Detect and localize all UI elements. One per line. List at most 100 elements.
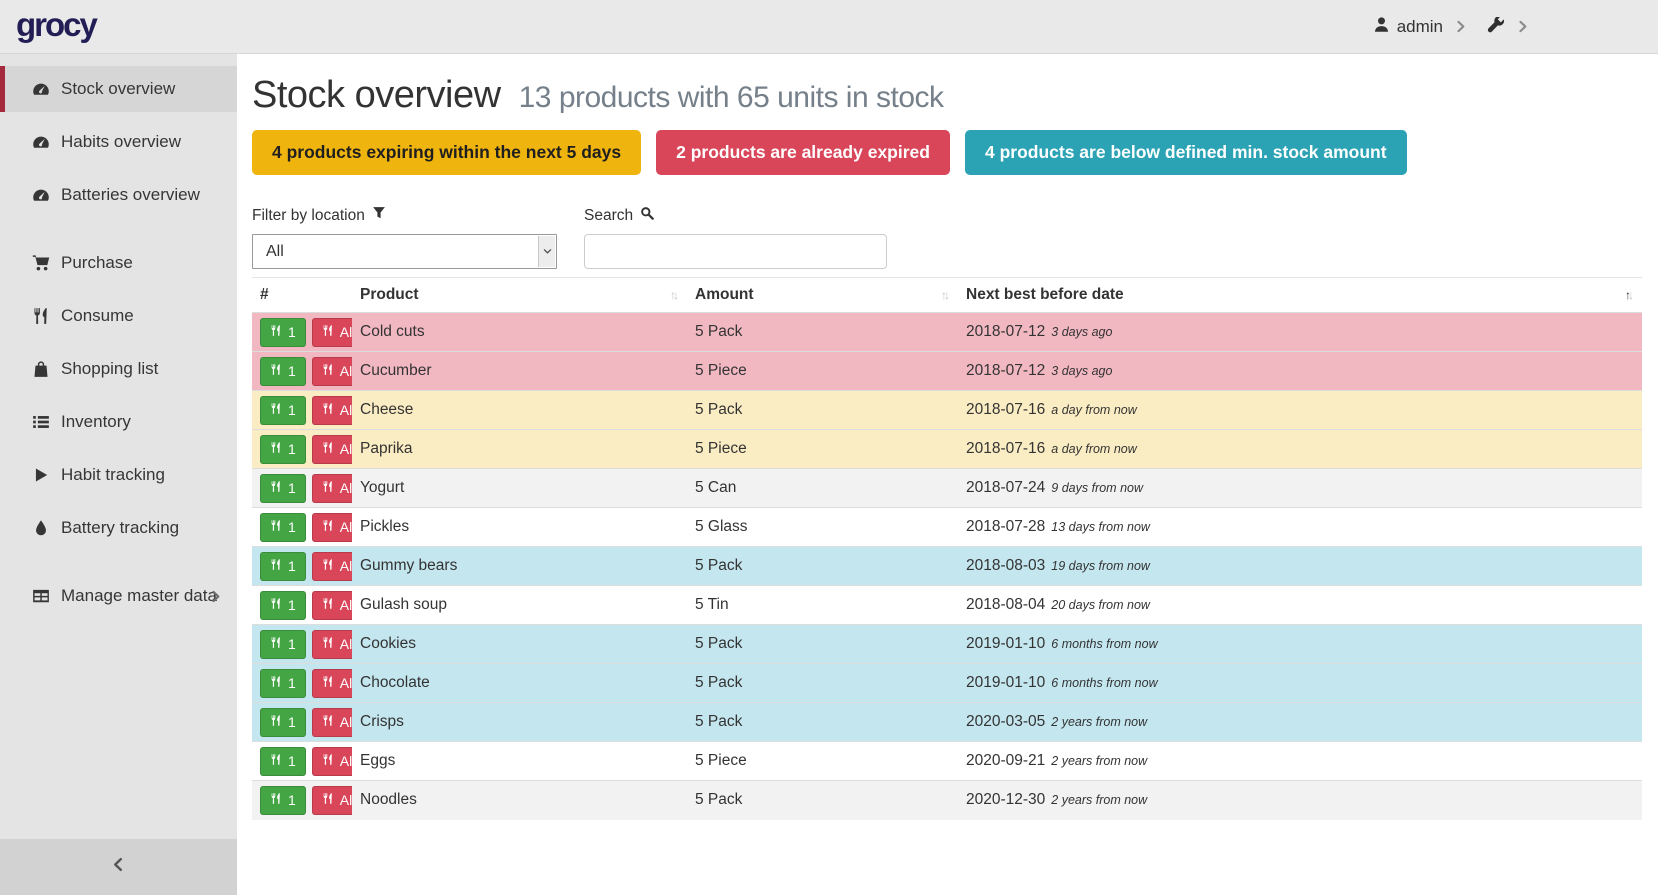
cutlery-icon [322,753,334,769]
page-title-text: Stock overview [252,74,501,116]
badge-below-min-stock[interactable]: 4 products are below defined min. stock … [965,130,1407,175]
sidebar-item-habit-tracking[interactable]: Habit tracking [0,452,237,498]
consume-all-button[interactable]: All [312,669,352,698]
chevron-right-icon[interactable] [1516,20,1529,33]
consume-one-button[interactable]: 1 [260,591,306,620]
best-before-cell: 2018-07-249 days from now [958,469,1642,508]
column-header-product[interactable]: Product↑↓ [352,278,687,313]
stock-table-header: #Product↑↓Amount↑↓Next best before date↑… [252,278,1642,313]
consume-all-button[interactable]: All [312,318,352,347]
sidebar-item-purchase[interactable]: Purchase [0,240,237,286]
consume-all-button[interactable]: All [312,630,352,659]
page-title: Stock overview 13 products with 65 units… [252,74,1642,117]
sidebar-item-habits-overview[interactable]: Habits overview [0,119,237,165]
amount-cell: 5 Pack [687,313,958,352]
sidebar-item-inventory[interactable]: Inventory [0,399,237,445]
consume-one-button[interactable]: 1 [260,474,306,503]
consume-all-button[interactable]: All [312,474,352,503]
consume-all-button[interactable]: All [312,513,352,542]
stock-table: #Product↑↓Amount↑↓Next best before date↑… [252,277,1642,820]
chevron-down-icon [538,236,555,267]
amount-cell: 5 Pack [687,781,958,820]
status-badges: 4 products expiring within the next 5 da… [252,130,1642,175]
sidebar-item-consume[interactable]: Consume [0,293,237,339]
consume-one-button[interactable]: 1 [260,786,306,815]
user-menu[interactable]: admin [1373,16,1443,38]
consume-cell: 1 All [252,352,352,391]
consume-all-button[interactable]: All [312,708,352,737]
search-group: Search [584,206,887,269]
badge-expired[interactable]: 2 products are already expired [656,130,950,175]
column-header-next-best-before-date[interactable]: Next best before date↑↓ [958,278,1642,313]
consume-all-button[interactable]: All [312,357,352,386]
consume-cell: 1 All [252,313,352,352]
best-before-cell: 2018-08-0420 days from now [958,586,1642,625]
sidebar-item-stock-overview[interactable]: Stock overview [0,66,237,112]
consume-all-button[interactable]: All [312,396,352,425]
consume-one-button[interactable]: 1 [260,669,306,698]
consume-one-button[interactable]: 1 [260,513,306,542]
consume-cell: 1 All [252,547,352,586]
search-input[interactable] [584,234,887,269]
product-cell: Eggs [352,742,687,781]
sidebar: Stock overview Habits overview Batteries… [0,54,237,895]
sidebar-item-battery-tracking[interactable]: Battery tracking [0,505,237,551]
consume-one-button[interactable]: 1 [260,708,306,737]
sort-icon: ↑↓ [670,288,679,302]
sidebar-item-shopping-list[interactable]: Shopping list [0,346,237,392]
consume-all-button[interactable]: All [312,435,352,464]
cutlery-icon [322,792,334,808]
location-filter-value: All [266,243,284,261]
consume-cell: 1 All [252,430,352,469]
cutlery-icon [270,324,282,340]
location-filter-select[interactable]: All [252,234,557,269]
consume-one-button[interactable]: 1 [260,396,306,425]
location-filter-label: Filter by location [252,206,557,225]
consume-cell: 1 All [252,703,352,742]
product-cell: Gummy bears [352,547,687,586]
location-filter-label-text: Filter by location [252,207,365,225]
product-cell: Pickles [352,508,687,547]
consume-one-button[interactable]: 1 [260,747,306,776]
best-before-cell: 2020-03-052 years from now [958,703,1642,742]
consume-one-button[interactable]: 1 [260,357,306,386]
consume-one-button[interactable]: 1 [260,552,306,581]
consume-cell: 1 All [252,625,352,664]
cutlery-icon [270,636,282,652]
sidebar-item-batteries-overview[interactable]: Batteries overview [0,172,237,218]
consume-one-button[interactable]: 1 [260,318,306,347]
consume-all-button[interactable]: All [312,591,352,620]
play-icon [30,466,52,484]
cutlery-icon [322,480,334,496]
amount-cell: 5 Piece [687,352,958,391]
sort-icon: ↑↓ [941,288,950,302]
cutlery-icon [270,441,282,457]
best-before-cell: 2019-01-106 months from now [958,625,1642,664]
sidebar-collapse-button[interactable] [0,839,237,895]
sidebar-item-manage-master-data[interactable]: Manage master data [0,573,237,619]
table-row: 1 All Cucumber 5 Piece 2018-07-123 days … [252,352,1642,391]
gauge-icon [30,186,52,204]
cutlery-icon [270,792,282,808]
droplet-icon [30,519,52,537]
product-cell: Chocolate [352,664,687,703]
consume-all-button[interactable]: All [312,786,352,815]
column-header-amount[interactable]: Amount↑↓ [687,278,958,313]
badge-expiring[interactable]: 4 products expiring within the next 5 da… [252,130,641,175]
consume-all-button[interactable]: All [312,552,352,581]
wrench-icon[interactable] [1486,17,1505,36]
search-icon [640,206,654,225]
consume-all-button[interactable]: All [312,747,352,776]
table-row: 1 All Yogurt 5 Can 2018-07-249 days from… [252,469,1642,508]
cutlery-icon [322,324,334,340]
consume-one-button[interactable]: 1 [260,435,306,464]
table-row: 1 All Crisps 5 Pack 2020-03-052 years fr… [252,703,1642,742]
app-logo[interactable]: grocy [0,6,96,48]
consume-one-button[interactable]: 1 [260,630,306,659]
table-row: 1 All Noodles 5 Pack 2020-12-302 years f… [252,781,1642,820]
gauge-icon [30,133,52,151]
chevron-right-icon[interactable] [1454,20,1467,33]
best-before-cell: 2020-09-212 years from now [958,742,1642,781]
product-cell: Cucumber [352,352,687,391]
best-before-cell: 2018-07-123 days ago [958,352,1642,391]
